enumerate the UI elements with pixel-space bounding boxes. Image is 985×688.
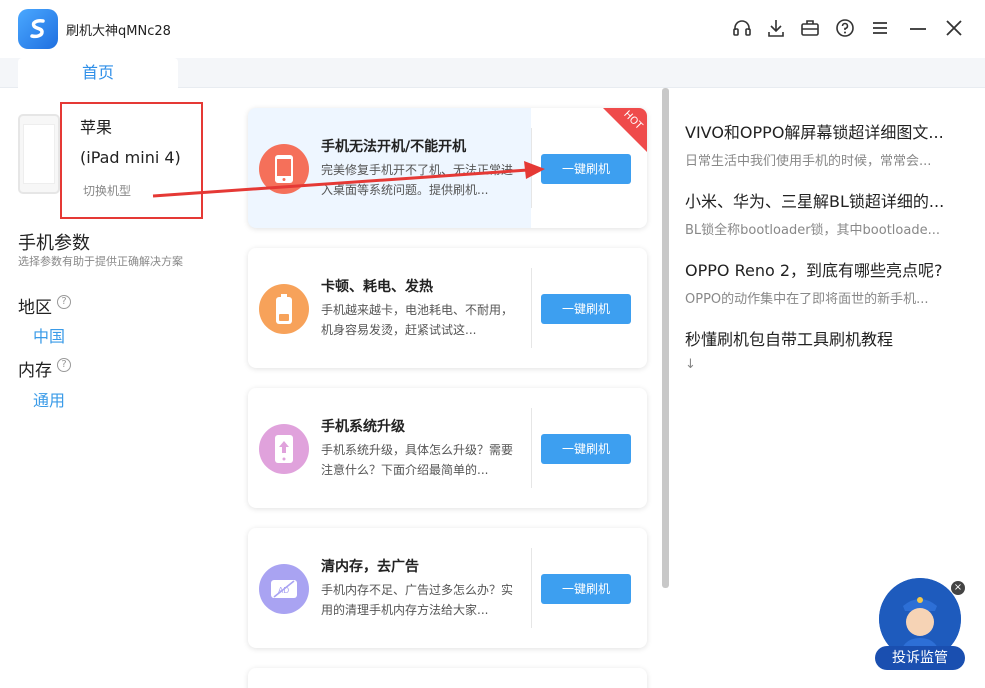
upgrade-icon: [259, 424, 309, 474]
complaint-close-icon[interactable]: ×: [951, 581, 965, 595]
menu-icon[interactable]: [869, 17, 891, 39]
no-ad-icon: AD: [259, 564, 309, 614]
card-title: 手机无法开机/不能开机: [321, 139, 467, 155]
tab-strip: 首页: [0, 58, 985, 88]
solution-card-partial[interactable]: [248, 668, 647, 688]
article-item[interactable]: 小米、华为、三星解BL锁超详细的... BL锁全称bootloader锁，其中b…: [685, 188, 965, 238]
hot-badge-text: HOT: [620, 109, 644, 132]
article-desc: BL锁全称bootloader锁，其中bootloade...: [685, 223, 940, 238]
solution-card[interactable]: 手机无法开机/不能开机 完美修复手机开不了机、无法正常进入桌面等系统问题。提供刷…: [248, 108, 647, 228]
close-icon[interactable]: [943, 17, 965, 39]
download-icon[interactable]: [765, 17, 787, 39]
one-click-flash-button[interactable]: 一键刷机: [541, 574, 631, 604]
scrollbar[interactable]: [662, 88, 669, 588]
battery-icon: [259, 284, 309, 334]
article-desc: ↓: [685, 357, 696, 372]
app-title: 刷机大神qMNc28: [66, 24, 171, 39]
phone-icon: [259, 144, 309, 194]
annotation-highlight-box: [60, 102, 203, 219]
article-item[interactable]: 秒懂刷机包自带工具刷机教程 ↓: [685, 326, 965, 372]
article-title[interactable]: 秒懂刷机包自带工具刷机教程: [685, 326, 965, 350]
app-logo-icon: [18, 9, 58, 49]
one-click-flash-button[interactable]: 一键刷机: [541, 434, 631, 464]
article-title[interactable]: OPPO Reno 2，到底有哪些亮点呢?: [685, 257, 965, 281]
device-image: [18, 114, 60, 194]
article-title[interactable]: VIVO和OPPO解屏幕锁超详细图文...: [685, 119, 965, 143]
toolbox-icon[interactable]: [799, 17, 821, 39]
complaint-label[interactable]: 投诉监管: [875, 646, 965, 670]
card-desc: 手机越来越卡，电池耗电、不耐用，机身容易发烫，赶紧试试这...: [321, 303, 514, 337]
article-title[interactable]: 小米、华为、三星解BL锁超详细的...: [685, 188, 965, 212]
card-desc: 完美修复手机开不了机、无法正常进入桌面等系统问题。提供刷机...: [321, 163, 514, 197]
region-value[interactable]: 中国: [33, 323, 65, 347]
title-bar: 刷机大神qMNc28: [0, 0, 985, 58]
params-title: 手机参数: [18, 233, 90, 254]
memory-label: 内存: [18, 361, 52, 381]
minimize-icon[interactable]: [907, 17, 929, 39]
region-help-icon[interactable]: ?: [57, 295, 71, 309]
solution-card[interactable]: 手机系统升级 手机系统升级，具体怎么升级？需要注意什么？下面介绍最简单的... …: [248, 388, 647, 508]
help-icon[interactable]: [834, 17, 856, 39]
card-title: 卡顿、耗电、发热: [321, 279, 433, 295]
card-title: 手机系统升级: [321, 419, 405, 435]
article-desc: OPPO的动作集中在了即将面世的新手机...: [685, 292, 929, 307]
memory-help-icon[interactable]: ?: [57, 358, 71, 372]
article-item[interactable]: VIVO和OPPO解屏幕锁超详细图文... 日常生活中我们使用手机的时候，常常会…: [685, 119, 965, 169]
card-desc: 手机内存不足、广告过多怎么办？实用的清理手机内存方法给大家...: [321, 583, 514, 617]
one-click-flash-button[interactable]: 一键刷机: [541, 154, 631, 184]
hot-badge: HOT: [603, 108, 647, 152]
region-label: 地区: [18, 298, 52, 318]
params-subtitle: 选择参数有助于提供正确解决方案: [18, 255, 183, 268]
article-item[interactable]: OPPO Reno 2，到底有哪些亮点呢? OPPO的动作集中在了即将面世的新手…: [685, 257, 965, 307]
solution-card[interactable]: AD 清内存，去广告 手机内存不足、广告过多怎么办？实用的清理手机内存方法给大家…: [248, 528, 647, 648]
card-title: 清内存，去广告: [321, 559, 419, 575]
svg-text:AD: AD: [278, 586, 289, 595]
one-click-flash-button[interactable]: 一键刷机: [541, 294, 631, 324]
tab-home[interactable]: 首页: [18, 58, 178, 88]
solution-card[interactable]: 卡顿、耗电、发热 手机越来越卡，电池耗电、不耐用，机身容易发烫，赶紧试试这...…: [248, 248, 647, 368]
memory-value[interactable]: 通用: [33, 387, 65, 411]
card-desc: 手机系统升级，具体怎么升级？需要注意什么？下面介绍最简单的...: [321, 443, 514, 477]
headset-icon[interactable]: [731, 17, 753, 39]
article-desc: 日常生活中我们使用手机的时候，常常会...: [685, 154, 932, 169]
